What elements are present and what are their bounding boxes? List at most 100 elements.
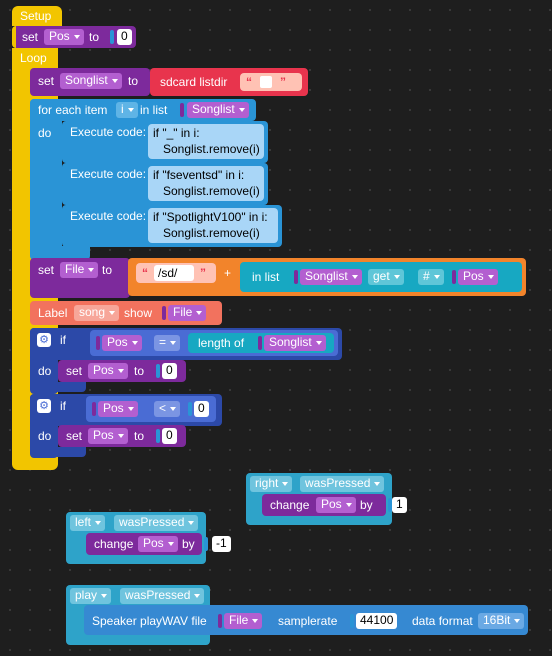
button-right-event[interactable]: right wasPressed change Pos by 1 (246, 473, 407, 525)
if-header-1[interactable]: ⚙ if Pos = length of Songlist (30, 328, 342, 360)
to-keyword: to (102, 263, 113, 277)
change-keyword: change (94, 537, 134, 551)
socket (452, 270, 456, 284)
length-of-block[interactable]: length of Songlist (188, 333, 334, 353)
code-line: if "_" in i: (153, 126, 200, 140)
by-keyword: by (182, 537, 195, 551)
by-keyword: by (360, 498, 373, 512)
quote-close: ” (280, 75, 286, 89)
var-pos-dropdown[interactable]: Pos (88, 428, 128, 444)
code-line: Songlist.remove(i) (163, 226, 260, 240)
var-pos-dropdown[interactable]: Pos (458, 269, 498, 285)
button-left-dropdown[interactable]: left (70, 515, 106, 531)
socket (92, 402, 96, 416)
var-pos-dropdown[interactable]: Pos (44, 29, 84, 45)
execute-code-block-3[interactable]: Execute code: if "SpotlightV100" in i: S… (62, 205, 282, 247)
var-songlist-dropdown[interactable]: Songlist (264, 335, 326, 351)
data-format-dropdown[interactable]: 16Bit (478, 613, 525, 629)
button-play-dropdown[interactable]: play (70, 588, 112, 604)
quote-close: ” (200, 266, 206, 280)
var-pos-dropdown[interactable]: Pos (88, 363, 128, 379)
string-field[interactable]: /sd/ (154, 265, 194, 281)
compare-block[interactable]: Pos < 0 (86, 396, 216, 422)
speaker-play-block[interactable]: Speaker playWAV file File samplerate 441… (84, 605, 528, 635)
code-line: if "SpotlightV100" in i: (153, 210, 268, 224)
var-songlist-dropdown[interactable]: Songlist (300, 269, 362, 285)
gear-icon[interactable]: ⚙ (37, 333, 51, 347)
get-mode-dropdown[interactable]: get (368, 269, 404, 285)
event-dropdown[interactable]: wasPressed (300, 476, 385, 492)
in-list-keyword: in list (140, 103, 168, 117)
for-each-block[interactable] (30, 99, 62, 259)
to-keyword: to (134, 364, 145, 378)
samplerate-field[interactable]: 44100 (356, 613, 398, 629)
number-field[interactable]: -1 (212, 536, 231, 552)
empty-string-block[interactable]: “ ” (240, 73, 302, 91)
code-line: Songlist.remove(i) (163, 142, 260, 156)
number-field[interactable]: 0 (194, 401, 209, 417)
change-keyword: change (270, 498, 310, 512)
var-songlist-dropdown[interactable]: Songlist (187, 102, 249, 118)
var-pos-dropdown[interactable]: Pos (98, 401, 138, 417)
label-name-dropdown[interactable]: song (74, 305, 120, 321)
set-pos-block[interactable]: set Pos to 0 (12, 26, 136, 48)
code-field[interactable]: if "fseventsd" in i: Songlist.remove(i) (148, 166, 264, 201)
set-keyword: set (22, 30, 39, 44)
code-line: Songlist.remove(i) (163, 184, 260, 198)
socket (218, 614, 222, 628)
label-show-block[interactable]: Label song show File (30, 301, 222, 325)
var-file-dropdown[interactable]: File (168, 305, 207, 321)
code-line: if "fseventsd" in i: (153, 168, 245, 182)
loop-label: Loop (20, 51, 47, 65)
index-mode-dropdown[interactable]: # (418, 269, 444, 285)
string-field[interactable] (260, 76, 272, 88)
length-of-keyword: length of (198, 336, 245, 350)
button-left-event[interactable]: left wasPressed change Pos by -1 (66, 512, 231, 564)
socket (258, 336, 262, 350)
if-header-2[interactable]: ⚙ if Pos < 0 (30, 394, 222, 426)
compare-block[interactable]: Pos = length of Songlist (90, 330, 338, 356)
execute-code-label: Execute code: (70, 167, 147, 181)
change-pos-block[interactable]: change Pos by (262, 494, 386, 516)
operator-dropdown[interactable]: = (154, 335, 181, 351)
code-field[interactable]: if "SpotlightV100" in i: Songlist.remove… (148, 208, 278, 243)
set-pos-zero-block-2[interactable]: set Pos to 0 (58, 425, 186, 447)
list-get-block[interactable]: in list Songlist get # Pos (240, 262, 522, 292)
var-songlist-dropdown[interactable]: Songlist (60, 73, 122, 89)
for-each-header[interactable]: for each item i in list Songlist (30, 99, 256, 121)
setup-hat[interactable]: Setup (12, 6, 62, 26)
code-field[interactable]: if "_" in i: Songlist.remove(i) (148, 124, 264, 159)
socket (156, 364, 160, 378)
do-keyword: do (38, 126, 52, 140)
number-field[interactable]: 0 (162, 428, 177, 444)
var-pos-dropdown[interactable]: Pos (138, 536, 178, 552)
gear-icon[interactable]: ⚙ (37, 399, 51, 413)
sdcard-listdir-label: sdcard listdir (160, 75, 228, 89)
item-var-dropdown[interactable]: i (116, 102, 138, 118)
var-file-dropdown[interactable]: File (60, 262, 99, 278)
sd-prefix-string[interactable]: “ /sd/ ” (136, 263, 216, 283)
set-file-block[interactable]: set File to (30, 258, 130, 298)
string-join-block[interactable]: “ /sd/ ” + in list Songlist get # Pos (128, 258, 526, 296)
event-dropdown[interactable]: wasPressed (114, 515, 199, 531)
sdcard-listdir-block[interactable]: sdcard listdir “ ” (150, 68, 308, 96)
socket (180, 103, 184, 117)
quote-open: “ (246, 75, 252, 89)
set-pos-zero-block-1[interactable]: set Pos to 0 (58, 360, 186, 382)
event-dropdown[interactable]: wasPressed (120, 588, 205, 604)
var-pos-dropdown[interactable]: Pos (102, 335, 142, 351)
var-file-dropdown[interactable]: File (224, 613, 263, 629)
for-each-keyword: for each item (38, 103, 108, 117)
number-field[interactable]: 0 (117, 29, 132, 45)
socket (204, 537, 208, 551)
number-field[interactable]: 0 (162, 363, 177, 379)
number-field[interactable]: 1 (392, 497, 407, 513)
operator-dropdown[interactable]: < (154, 401, 181, 417)
var-pos-dropdown[interactable]: Pos (316, 497, 356, 513)
execute-code-block-1[interactable]: Execute code: if "_" in i: Songlist.remo… (62, 121, 268, 163)
socket (350, 614, 354, 628)
button-right-dropdown[interactable]: right (250, 476, 293, 492)
execute-code-block-2[interactable]: Execute code: if "fseventsd" in i: Songl… (62, 163, 268, 205)
change-pos-block[interactable]: change Pos by (86, 533, 202, 555)
set-songlist-block[interactable]: set Songlist to (30, 68, 150, 96)
